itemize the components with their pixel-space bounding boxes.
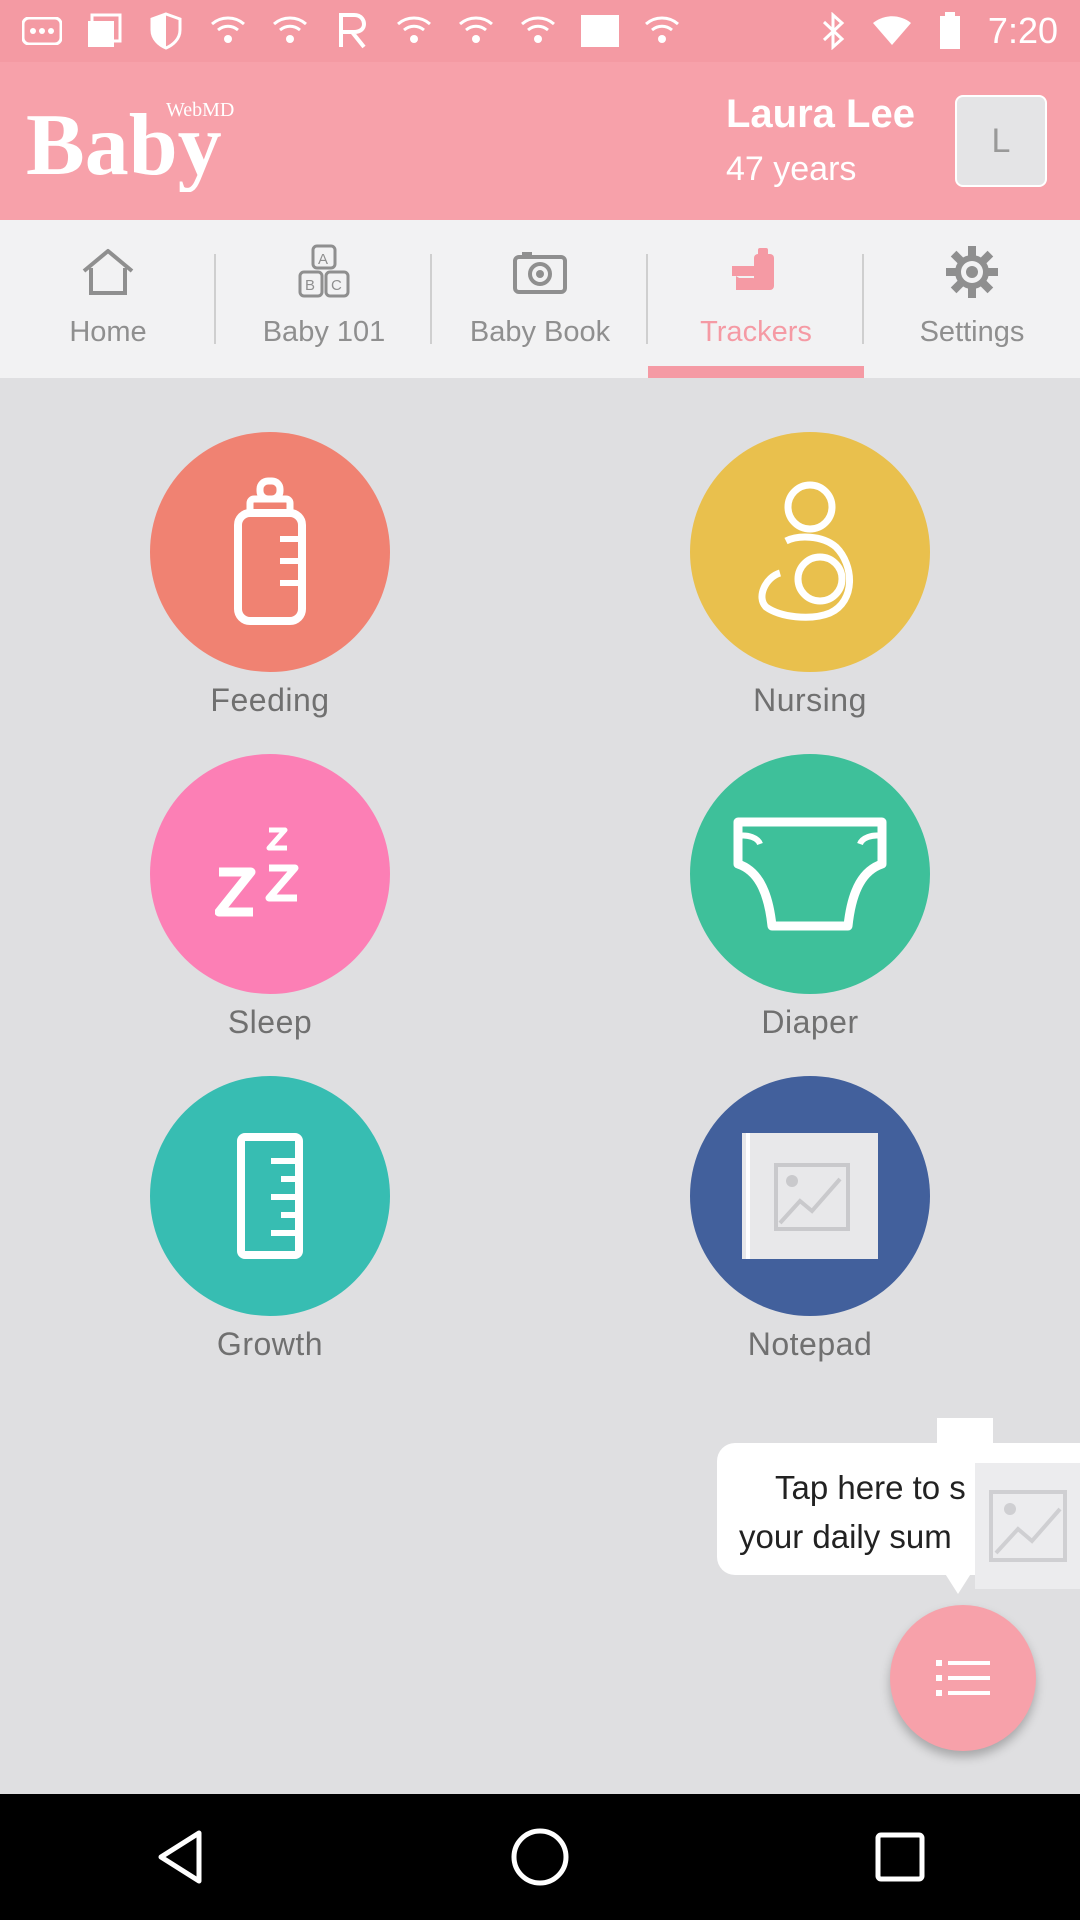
- bluetooth-icon: [814, 11, 854, 51]
- svg-text:B: B: [305, 277, 315, 294]
- ruler-icon: [237, 1133, 303, 1259]
- tracker-feeding[interactable]: Feeding: [140, 432, 400, 719]
- tracker-label: Sleep: [227, 1004, 313, 1040]
- nursing-circle[interactable]: [690, 432, 930, 672]
- tab-label: Baby 101: [262, 316, 386, 348]
- app-r-icon: [332, 11, 372, 51]
- tab-trackers[interactable]: Trackers: [648, 220, 864, 378]
- diaper-icon: [733, 817, 887, 931]
- tab-divider: [214, 254, 216, 344]
- wifi-icon: [208, 11, 248, 51]
- user-age: 47 years: [726, 150, 857, 188]
- app-header: Baby WebMD Laura Lee 47 years L: [0, 62, 1080, 220]
- feeding-circle[interactable]: [150, 432, 390, 672]
- tracker-sleep[interactable]: Sleep: [140, 754, 400, 1041]
- nursing-icon: [758, 481, 853, 621]
- tooltip-tail: [944, 1572, 972, 1594]
- abc-blocks-icon: ABC: [294, 244, 354, 300]
- diaper-circle[interactable]: [690, 754, 930, 994]
- home-circle-icon: [511, 1828, 569, 1886]
- wifi-icon: [872, 11, 912, 51]
- more-icon: [22, 11, 62, 51]
- tracker-diaper[interactable]: Diaper: [680, 754, 940, 1041]
- nav-tabs: Home ABC Baby 101 Baby Book Trackers Set…: [0, 220, 1080, 378]
- gallery-icon: [84, 11, 124, 51]
- tab-settings[interactable]: Settings: [864, 220, 1080, 378]
- wifi-icon: [642, 11, 682, 51]
- recents-button[interactable]: [860, 1817, 940, 1897]
- tracker-notepad[interactable]: Notepad: [680, 1076, 940, 1363]
- image-icon: [580, 11, 620, 51]
- list-icon: [936, 1660, 990, 1696]
- tracker-growth[interactable]: Growth: [140, 1076, 400, 1363]
- tracker-icon: [726, 244, 786, 300]
- tab-home[interactable]: Home: [0, 220, 216, 378]
- tracker-label: Feeding: [210, 682, 330, 718]
- bottle-icon: [234, 477, 306, 625]
- back-icon: [158, 1830, 202, 1884]
- growth-circle[interactable]: [150, 1076, 390, 1316]
- home-button[interactable]: [500, 1817, 580, 1897]
- home-icon: [78, 244, 138, 300]
- tab-divider: [646, 254, 648, 344]
- system-nav-bar: [0, 1794, 1080, 1920]
- tab-divider: [862, 254, 864, 344]
- tracker-label: Diaper: [761, 1004, 859, 1040]
- image-icon: [742, 1133, 878, 1259]
- tab-label: Settings: [919, 316, 1025, 348]
- wifi-icon: [456, 11, 496, 51]
- tab-divider: [430, 254, 432, 344]
- tracker-label: Growth: [216, 1326, 324, 1362]
- tracker-label: Notepad: [747, 1326, 873, 1362]
- avatar[interactable]: L: [955, 95, 1047, 187]
- svg-text:WebMD: WebMD: [166, 99, 234, 121]
- shield-icon: [146, 11, 186, 51]
- notepad-circle[interactable]: [690, 1076, 930, 1316]
- gear-icon: [942, 244, 1002, 300]
- daily-summary-button[interactable]: [890, 1605, 1036, 1751]
- tab-label: Home: [69, 316, 147, 348]
- image-icon: [975, 1463, 1080, 1589]
- webmd-baby-logo: Baby WebMD: [24, 92, 264, 194]
- recents-icon: [875, 1832, 925, 1882]
- tab-baby-101[interactable]: ABC Baby 101: [216, 220, 432, 378]
- user-name[interactable]: Laura Lee: [726, 92, 915, 137]
- zzz-icon: [215, 827, 299, 917]
- tracker-nursing[interactable]: Nursing: [680, 432, 940, 719]
- camera-icon: [510, 244, 570, 300]
- wifi-icon: [270, 11, 310, 51]
- status-bar: 7:20: [0, 0, 1080, 62]
- tab-baby-book[interactable]: Baby Book: [432, 220, 648, 378]
- battery-icon: [930, 11, 970, 51]
- avatar-initial: L: [991, 121, 1011, 160]
- sleep-circle[interactable]: [150, 754, 390, 994]
- wifi-icon: [394, 11, 434, 51]
- svg-text:A: A: [318, 251, 328, 268]
- tab-label: Baby Book: [469, 316, 611, 348]
- tracker-label: Nursing: [753, 682, 867, 718]
- svg-text:C: C: [331, 277, 342, 294]
- wifi-icon: [518, 11, 558, 51]
- tab-label: Trackers: [700, 316, 812, 348]
- back-button[interactable]: [140, 1817, 220, 1897]
- tooltip-decoration: [937, 1418, 993, 1446]
- status-time: 7:20: [987, 10, 1058, 51]
